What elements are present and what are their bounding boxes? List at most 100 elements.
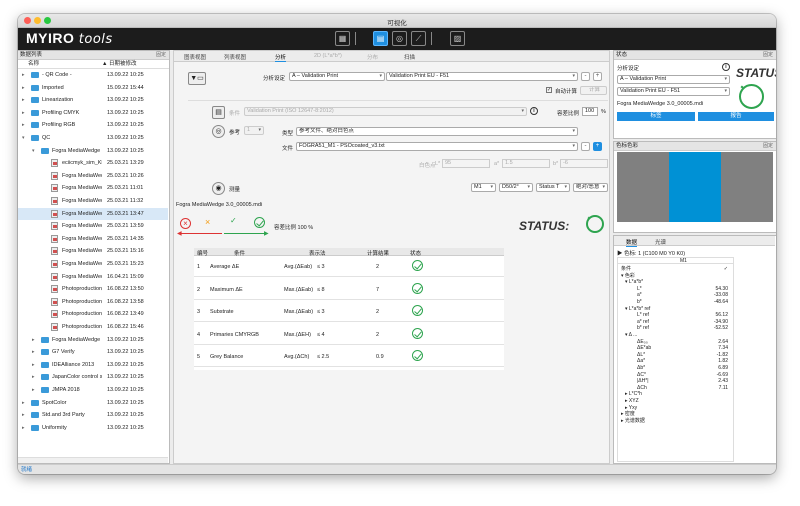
tolerance-input[interactable]: 100 [582, 107, 598, 116]
tree-row[interactable]: ▸ Profiling RGB 13.09.22 10:25 [18, 119, 168, 131]
data-row[interactable]: ΔE₀₀ 2.64 [618, 339, 776, 345]
data-row[interactable]: ▸ 光谱数据 [618, 418, 776, 424]
table-row[interactable]: 1 Average ΔE Avg.(ΔEab) ≤ 3 2 [194, 257, 504, 277]
info-icon[interactable]: i [722, 63, 730, 71]
tree-row[interactable]: ▸ JapanColor control st... 13.09.22 10:25 [18, 371, 168, 383]
chevron-right-icon[interactable]: ▸ [22, 82, 25, 94]
chevron-right-icon[interactable]: ▸ [22, 422, 25, 434]
auto-calc-checkbox[interactable]: ✓ [546, 87, 552, 93]
tree-row[interactable]: ▸ Std.and 3rd Party 13.09.22 10:25 [18, 409, 168, 421]
data-row[interactable]: a* -33.08 [618, 292, 776, 298]
tree-row[interactable]: ▸ G7 Verify 13.09.22 10:25 [18, 346, 168, 358]
curve-icon[interactable]: ⟋ [411, 31, 426, 46]
grid-icon[interactable]: ▦ [335, 31, 350, 46]
report-toggle-icon[interactable]: ▼▭ [188, 72, 206, 85]
absolute-select[interactable]: 绝对/恶意 [573, 183, 608, 192]
data-row[interactable]: b* ref -52.52 [618, 325, 776, 331]
tree-row[interactable]: ▾ QC 13.09.22 10:25 [18, 132, 168, 144]
tab-data[interactable]: 数据 [626, 238, 638, 247]
tree-row[interactable]: ▸ IDEAlliance 2013 13.09.22 10:25 [18, 359, 168, 371]
analysis-profile-select[interactable]: Validation Print EU - F51 [386, 72, 578, 81]
chevron-right-icon[interactable]: ▸ [32, 334, 35, 346]
mode-select[interactable]: M1 [471, 183, 496, 192]
density-status-select[interactable]: Status T [536, 183, 570, 192]
file-select[interactable]: FOGRA51_M1 - PSOcoated_v3.txt [296, 142, 578, 151]
data-row[interactable]: ▾ 色彩 [618, 273, 776, 279]
chevron-right-icon[interactable]: ▸ [22, 69, 25, 81]
data-row[interactable]: L* ref 56.12 [618, 312, 776, 318]
table-header-cell[interactable]: 状态 [410, 249, 421, 257]
wp-a-input[interactable]: 1.5 [502, 159, 550, 168]
chevron-right-icon[interactable]: ▸ [32, 384, 35, 396]
chevron-right-icon[interactable]: ▸ [32, 359, 35, 371]
horizontal-scrollbar[interactable] [18, 457, 168, 463]
tree-row[interactable]: Fogra MediaWed... 25.03.21 13:47 [18, 207, 168, 220]
tree-row[interactable]: ▸ Fogra MediaWedge R... 13.09.22 10:25 [18, 334, 168, 346]
pin-button[interactable]: 固定 [763, 142, 773, 151]
tree-row[interactable]: Fogra MediaWed... 25.03.21 11:32 [18, 195, 168, 207]
tree-row[interactable]: Fogra MediaWed... 25.03.21 10:26 [18, 170, 168, 182]
chevron-down-icon[interactable]: ▾ [32, 145, 35, 157]
tab-1[interactable]: 列表视图 [224, 53, 246, 61]
tree-row[interactable]: eciicmyk_sim_KM... 25.03.21 13:29 [18, 157, 168, 169]
file-add-button[interactable]: + [593, 142, 602, 151]
tab-2[interactable]: 分析 [275, 53, 287, 62]
tree-row[interactable]: ▾ Fogra MediaWedge 3... 13.09.22 10:25 [18, 145, 168, 157]
remove-button[interactable]: - [581, 72, 590, 81]
data-row[interactable]: 条件 ✓ [618, 266, 776, 272]
data-row[interactable]: ▸ Yxy [618, 405, 776, 411]
chevron-down-icon[interactable]: ▾ [22, 132, 25, 144]
table-header-cell[interactable]: 计算结果 [367, 249, 389, 257]
tree-row[interactable]: Fogra MediaWed... 25.03.21 13:59 [18, 220, 168, 232]
data-row[interactable]: b* -48.64 [618, 299, 776, 305]
data-row[interactable]: L* 54.30 [618, 286, 776, 292]
table-header-cell[interactable]: 编号 [197, 249, 208, 257]
illuminant-select[interactable]: D50/2° [499, 183, 533, 192]
data-row[interactable]: a* ref -34.90 [618, 319, 776, 325]
tree-row[interactable]: Photoproduction_... 16.08.22 13:49 [18, 308, 168, 320]
analysis-select[interactable]: A – Validation Print [289, 72, 385, 81]
reference-number-select[interactable]: 1 [244, 126, 264, 135]
condition-select[interactable]: Validation Print (ISO 12647-8:2012) [244, 107, 527, 116]
tab-spectrum[interactable]: 光谱 [655, 238, 666, 246]
chevron-right-icon[interactable]: ▸ [22, 94, 25, 106]
table-row[interactable]: 4 Primaries CMYRGB Max.(ΔEH) ≤ 4 2 [194, 325, 504, 345]
tree-row[interactable]: ▸ Profiling CMYK 13.09.22 10:25 [18, 107, 168, 119]
report-button[interactable]: 报告 [698, 112, 774, 121]
tree-row[interactable]: Photoproduction_... 16.08.22 15:46 [18, 321, 168, 333]
tree-row[interactable]: Photoproduction_... 16.08.22 13:50 [18, 283, 168, 295]
data-row[interactable]: ▸ 密度 [618, 411, 776, 417]
type-select[interactable]: 参考文件、绝对白色点 [296, 127, 578, 136]
tree-row[interactable]: ▸ Uniformity 13.09.22 10:25 [18, 422, 168, 434]
data-row[interactable]: ΔL* -1.82 [618, 352, 776, 358]
table-row[interactable]: 5 Grey Balance Avg.(ΔCh) ≤ 2.5 0.9 [194, 347, 504, 367]
tab-0[interactable]: 图表视图 [184, 53, 206, 61]
document-icon[interactable]: ▨ [450, 31, 465, 46]
tree-row[interactable]: ▸ Imported 15.09.22 15:44 [18, 82, 168, 94]
tree-row[interactable]: Fogra MediaWed... 16.04.21 15:09 [18, 271, 168, 283]
tree-row[interactable]: ▸ SpotColor 13.09.22 10:25 [18, 397, 168, 409]
table-row[interactable]: 2 Maximum ΔE Max.(ΔEab) ≤ 8 7 [194, 280, 504, 300]
info-icon[interactable]: i [530, 107, 538, 115]
analysis-select[interactable]: A – Validation Print [617, 75, 730, 84]
pin-button[interactable]: 固定 [156, 51, 166, 60]
chevron-right-icon[interactable]: ▸ [22, 397, 25, 409]
table-header-cell[interactable]: 条件 [234, 249, 245, 257]
tree-row[interactable]: Fogra MediaWed... 25.03.21 15:23 [18, 258, 168, 270]
tab-5[interactable]: 扫描 [404, 53, 415, 61]
pin-button[interactable]: 固定 [763, 51, 773, 60]
data-row[interactable]: |ΔH*| 2.43 [618, 378, 776, 384]
data-row[interactable]: Δa* 1.82 [618, 358, 776, 364]
chevron-right-icon[interactable]: ▸ [32, 346, 35, 358]
table-header-cell[interactable]: 表示法 [309, 249, 326, 257]
table-row[interactable]: 3 Substrate Max.(ΔEab) ≤ 3 2 [194, 302, 504, 322]
chevron-right-icon[interactable]: ▸ [22, 119, 25, 131]
screen-icon[interactable]: ▤ [373, 31, 388, 46]
file-remove-button[interactable]: - [581, 142, 590, 151]
tree-row[interactable]: ▸ JMPA 2018 13.09.22 10:25 [18, 384, 168, 396]
data-row[interactable]: ▸ XYZ [618, 398, 776, 404]
wp-l-input[interactable]: 95 [442, 159, 490, 168]
tree-row[interactable]: Photoproduction_... 16.08.22 13:58 [18, 296, 168, 308]
chevron-right-icon[interactable]: ▸ [22, 409, 25, 421]
wp-b-input[interactable]: -6 [560, 159, 608, 168]
